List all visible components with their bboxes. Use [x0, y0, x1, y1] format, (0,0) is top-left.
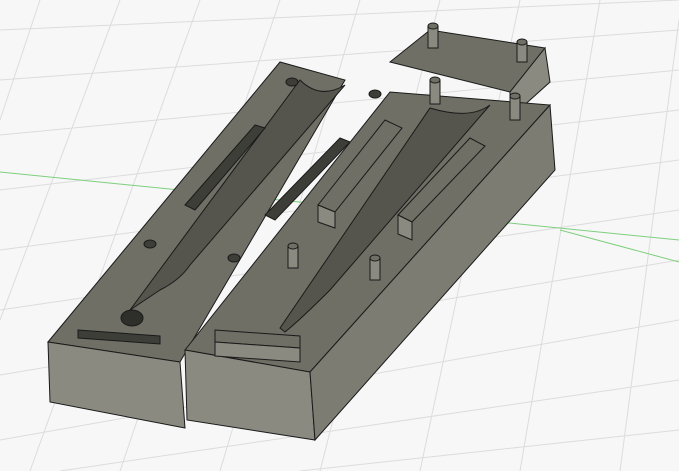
alignment-pin — [429, 79, 441, 105]
sprue-hole — [120, 309, 144, 327]
hole — [285, 77, 299, 87]
y-axis-line — [559, 229, 679, 263]
hole — [143, 239, 157, 249]
hole — [368, 89, 382, 99]
hole — [227, 253, 241, 263]
viewport-canvas[interactable] — [0, 0, 679, 471]
3d-viewport[interactable] — [0, 0, 679, 471]
alignment-pin — [509, 95, 521, 121]
